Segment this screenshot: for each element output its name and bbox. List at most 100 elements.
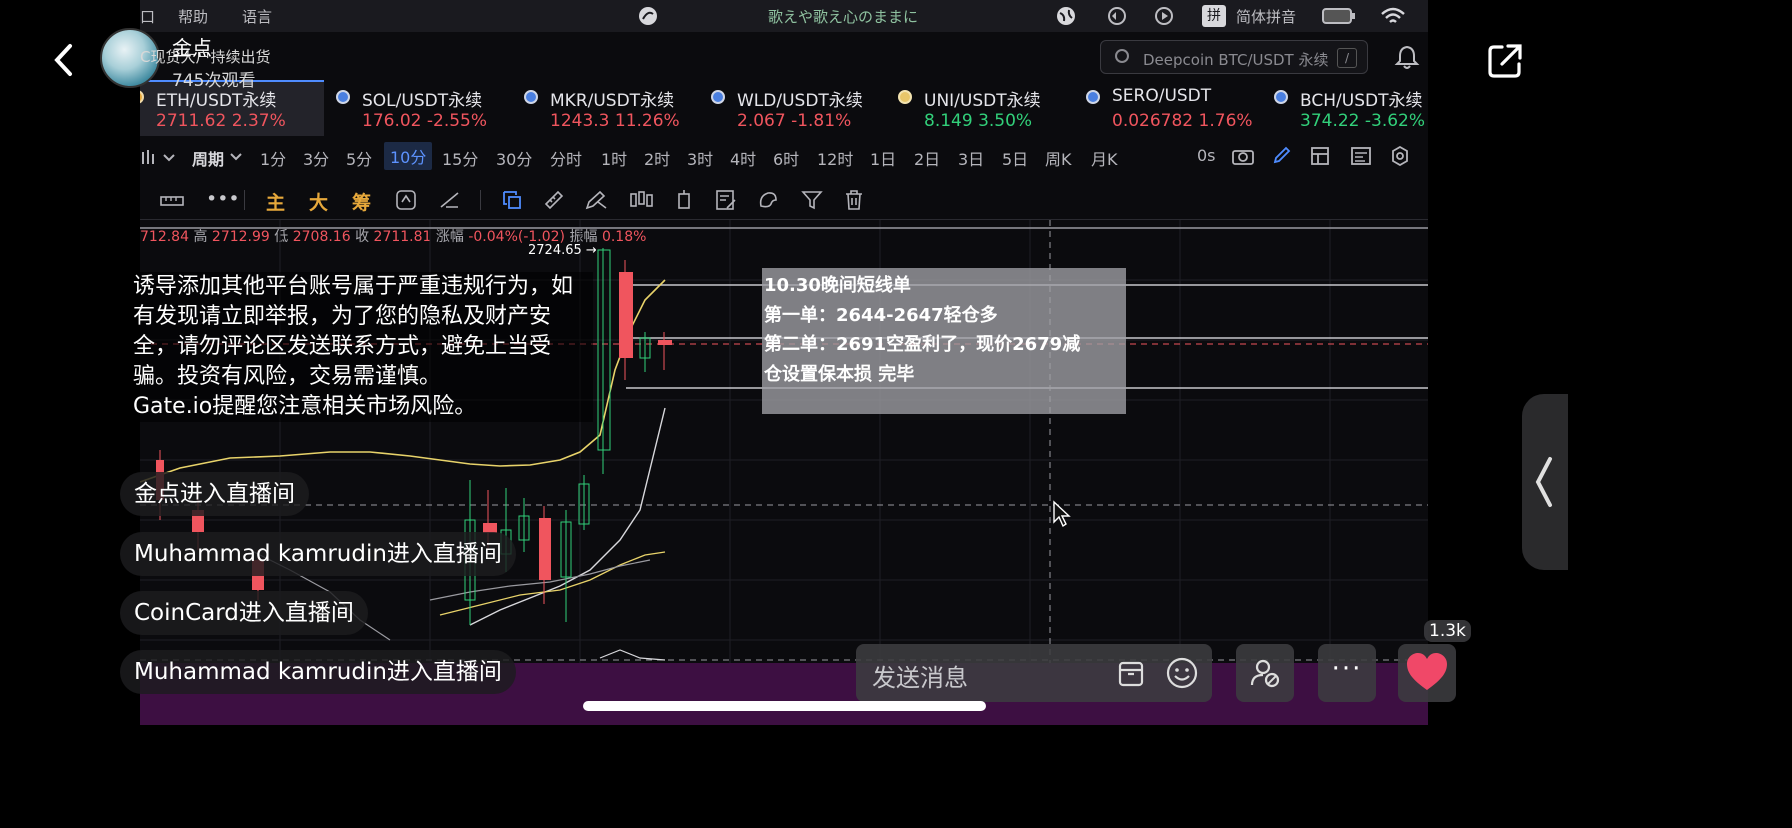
volume-line (599, 649, 666, 661)
chips-indicator-button[interactable]: 筹 (352, 188, 371, 215)
signal-note-line: 第二单：2691空盈利了，现价2679减 (764, 334, 1081, 355)
ticker-item[interactable]: SERO/USDT 0.026782 1.76% (1086, 82, 1256, 136)
filter-icon[interactable] (800, 188, 824, 212)
countdown: 0s (1197, 146, 1216, 165)
coin-icon (1274, 90, 1288, 104)
share-icon[interactable] (1486, 42, 1524, 80)
period-1h[interactable]: 1时 (601, 146, 627, 170)
camera-icon[interactable] (1232, 147, 1254, 165)
period-4h[interactable]: 4时 (730, 146, 756, 170)
period-label[interactable]: 周期 (192, 146, 224, 170)
signal-note-line: 第一单：2644-2647轻仓多 (764, 304, 998, 326)
candle-tool-icon[interactable] (628, 188, 654, 212)
menu-language[interactable]: 语言 (242, 6, 272, 27)
ticker-values: 374.22 -3.62% (1300, 111, 1426, 131)
note-tool-icon[interactable] (714, 188, 738, 212)
refresh-icon[interactable] (394, 188, 418, 212)
period-week[interactable]: 周K (1045, 146, 1072, 170)
more-tools-icon[interactable]: ••• (206, 188, 240, 210)
ticker-item[interactable]: BCH/USDT永续 374.22 -3.62% (1274, 82, 1428, 136)
home-indicator[interactable] (583, 701, 986, 711)
period-3d[interactable]: 3日 (958, 146, 984, 170)
select-icon[interactable] (500, 188, 524, 212)
period-3m[interactable]: 3分 (303, 146, 329, 170)
period-30m[interactable]: 30分 (496, 146, 532, 170)
period-2h[interactable]: 2时 (644, 146, 670, 170)
message-input[interactable]: 发送消息 (856, 644, 1212, 702)
search-shortcut-key: / (1337, 48, 1357, 68)
chat-message: Muhammad kamrudin进入直播间 (120, 532, 516, 576)
coin-icon (336, 90, 350, 104)
wifi-icon (1381, 7, 1405, 23)
search-input[interactable]: Deepcoin BTC/USDT 永续 / (1100, 40, 1368, 74)
ticker-pair: UNI/USDT永续 (924, 91, 1041, 111)
ticker-item[interactable]: UNI/USDT永续 8.149 3.50% (898, 82, 1068, 136)
mouse-cursor-icon (1053, 500, 1071, 528)
bar-tool-icon[interactable] (672, 188, 696, 212)
stream-risk-notice: Gate.io提醒您注意相关市场风险。 (133, 394, 477, 419)
sync-icon[interactable] (1106, 6, 1128, 26)
ticker-pair: WLD/USDT永续 (737, 91, 863, 111)
period-1m[interactable]: 1分 (260, 146, 286, 170)
trash-icon[interactable] (842, 188, 866, 212)
ticker-pair: SOL/USDT永续 (362, 91, 483, 111)
gift-icon[interactable] (1118, 659, 1144, 687)
period-6h[interactable]: 6时 (773, 146, 799, 170)
brush-icon[interactable] (584, 188, 610, 212)
period-2d[interactable]: 2日 (914, 146, 940, 170)
globe-icon[interactable] (1056, 6, 1076, 26)
ruler-tool-icon[interactable] (542, 188, 566, 212)
big-indicator-button[interactable]: 大 (309, 188, 328, 215)
back-arrow-icon[interactable] (48, 40, 82, 80)
period-5d[interactable]: 5日 (1002, 146, 1028, 170)
input-method-label[interactable]: 简体拼音 (1236, 6, 1296, 27)
chart-type-icon[interactable] (140, 148, 178, 166)
period-12h[interactable]: 12时 (817, 146, 853, 170)
side-panel-tab[interactable] (1522, 394, 1568, 570)
signal-note: 10.30晚间短线单 第一单：2644-2647轻仓多 第二单：2691空盈利了… (762, 268, 1126, 414)
input-method-icon[interactable]: 拼 (1202, 5, 1226, 27)
period-1d[interactable]: 1日 (870, 146, 896, 170)
period-10m[interactable]: 10分 (384, 142, 433, 170)
more-options-button[interactable]: ··· (1318, 644, 1376, 702)
battery-icon (1322, 8, 1355, 24)
coin-icon (524, 90, 538, 104)
search-icon (1115, 49, 1129, 63)
ticker-pair: MKR/USDT永续 (550, 91, 675, 111)
period-bar: 周期 1分 3分 5分 10分 15分 30分 分时 1时 2时 3时 4时 6… (140, 140, 1428, 174)
layout-icon[interactable] (1310, 146, 1330, 166)
toolbar-divider (244, 190, 245, 210)
streamer-name[interactable]: 金点 (172, 32, 212, 61)
period-3h[interactable]: 3时 (687, 146, 713, 170)
signal-note-line: 仓设置保本损 完毕 (764, 363, 915, 385)
ticker-item[interactable]: SOL/USDT永续 176.02 -2.55% (336, 82, 506, 136)
emoji-icon[interactable] (1166, 657, 1198, 689)
ticker-item[interactable]: WLD/USDT永续 2.067 -1.81% (711, 82, 881, 136)
period-15m[interactable]: 15分 (442, 146, 478, 170)
period-month[interactable]: 月K (1091, 146, 1118, 170)
chevron-down-icon[interactable] (230, 152, 242, 162)
user-settings-button[interactable] (1236, 644, 1294, 702)
menu-fragment: 口 (140, 8, 156, 26)
signal-note-title: 10.30晚间短线单 (764, 275, 911, 296)
indicator-icon[interactable] (1350, 146, 1372, 166)
like-count: 1.3k (1424, 620, 1471, 642)
main-indicator-button[interactable]: 主 (266, 188, 285, 215)
ticker-item[interactable]: MKR/USDT永续 1243.3 11.26% (524, 82, 694, 136)
like-button[interactable] (1398, 644, 1456, 702)
bell-icon[interactable] (1394, 44, 1420, 70)
menu-help[interactable]: 帮助 (178, 6, 208, 27)
period-timeshare[interactable]: 分时 (550, 146, 582, 170)
period-5m[interactable]: 5分 (346, 146, 372, 170)
settings-icon[interactable] (1390, 146, 1410, 166)
chat-message: Muhammad kamrudin进入直播间 (120, 650, 516, 694)
play-icon[interactable] (1154, 6, 1174, 26)
drawing-toolbar: ••• 主 大 筹 (140, 180, 1428, 220)
pencil-icon[interactable] (1272, 145, 1292, 165)
trendline-icon[interactable] (438, 188, 462, 212)
toolbar-divider (480, 190, 481, 210)
ruler-icon[interactable] (160, 192, 184, 208)
chevron-left-icon (1535, 457, 1552, 507)
music-app-icon (639, 7, 657, 25)
magnet-icon[interactable] (756, 188, 780, 212)
